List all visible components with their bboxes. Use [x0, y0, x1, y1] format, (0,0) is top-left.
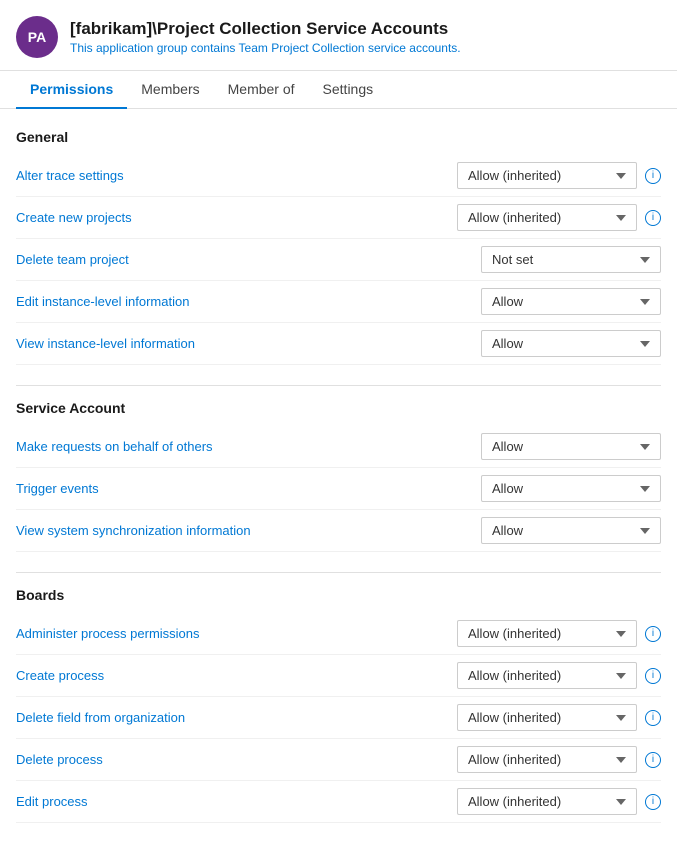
permission-row: Edit instance-level informationAllowDeny… — [16, 281, 661, 323]
info-icon[interactable]: i — [645, 752, 661, 768]
info-icon[interactable]: i — [645, 794, 661, 810]
section-divider — [16, 572, 661, 573]
permission-right: AllowDenyNot setAllow (inherited) — [481, 246, 661, 273]
permission-right: AllowDenyNot setAllow (inherited) — [481, 433, 661, 460]
permission-label[interactable]: View instance-level information — [16, 336, 481, 351]
tab-permissions[interactable]: Permissions — [16, 71, 127, 109]
permission-right: Allow (inherited)AllowDenyNot set i — [457, 746, 661, 773]
permission-row: Delete field from organizationAllow (inh… — [16, 697, 661, 739]
section-boards: BoardsAdminister process permissionsAllo… — [16, 587, 661, 823]
section-title: General — [16, 129, 661, 145]
permission-dropdown[interactable]: AllowDenyNot setAllow (inherited) — [481, 433, 661, 460]
info-icon[interactable]: i — [645, 210, 661, 226]
permission-dropdown[interactable]: AllowDenyNot setAllow (inherited) — [481, 517, 661, 544]
permission-right: AllowDenyNot setAllow (inherited) — [481, 517, 661, 544]
nav-tabs: PermissionsMembersMember ofSettings — [0, 71, 677, 109]
permission-label[interactable]: Alter trace settings — [16, 168, 457, 183]
permission-label[interactable]: Edit process — [16, 794, 457, 809]
permission-dropdown[interactable]: Allow (inherited)AllowDenyNot set — [457, 662, 637, 689]
header-subtitle: This application group contains Team Pro… — [70, 41, 461, 55]
section-general: GeneralAlter trace settingsAllow (inheri… — [16, 129, 661, 365]
permission-label[interactable]: Delete team project — [16, 252, 481, 267]
permission-row: Trigger eventsAllowDenyNot setAllow (inh… — [16, 468, 661, 510]
permission-dropdown[interactable]: AllowDenyNot setAllow (inherited) — [481, 288, 661, 315]
permission-dropdown[interactable]: AllowDenyNot setAllow (inherited) — [481, 475, 661, 502]
permission-label[interactable]: Create process — [16, 668, 457, 683]
permission-label[interactable]: Delete field from organization — [16, 710, 457, 725]
permission-dropdown[interactable]: Allow (inherited)AllowDenyNot set — [457, 746, 637, 773]
permission-label[interactable]: View system synchronization information — [16, 523, 481, 538]
permission-right: AllowDenyNot setAllow (inherited) — [481, 330, 661, 357]
info-icon[interactable]: i — [645, 626, 661, 642]
permission-dropdown[interactable]: Allow (inherited)AllowDenyNot set — [457, 788, 637, 815]
tab-member-of[interactable]: Member of — [214, 71, 309, 109]
permission-row: Create new projectsAllow (inherited)Allo… — [16, 197, 661, 239]
content: GeneralAlter trace settingsAllow (inheri… — [0, 109, 677, 863]
permission-row: Administer process permissionsAllow (inh… — [16, 613, 661, 655]
permission-row: Create processAllow (inherited)AllowDeny… — [16, 655, 661, 697]
section-title: Boards — [16, 587, 661, 603]
tab-members[interactable]: Members — [127, 71, 213, 109]
permission-row: Make requests on behalf of othersAllowDe… — [16, 426, 661, 468]
permission-row: Edit processAllow (inherited)AllowDenyNo… — [16, 781, 661, 823]
permission-label[interactable]: Delete process — [16, 752, 457, 767]
permission-row: Delete team projectAllowDenyNot setAllow… — [16, 239, 661, 281]
permission-row: View instance-level informationAllowDeny… — [16, 323, 661, 365]
permission-label[interactable]: Administer process permissions — [16, 626, 457, 641]
permission-right: Allow (inherited)AllowDenyNot set i — [457, 704, 661, 731]
permission-right: Allow (inherited)AllowDenyNot set i — [457, 162, 661, 189]
permission-right: Allow (inherited)AllowDenyNot set i — [457, 662, 661, 689]
tab-settings[interactable]: Settings — [309, 71, 388, 109]
section-divider — [16, 385, 661, 386]
info-icon[interactable]: i — [645, 710, 661, 726]
header: PA [fabrikam]\Project Collection Service… — [0, 0, 677, 71]
permission-row: Delete processAllow (inherited)AllowDeny… — [16, 739, 661, 781]
permission-right: Allow (inherited)AllowDenyNot set i — [457, 788, 661, 815]
info-icon[interactable]: i — [645, 168, 661, 184]
permission-right: Allow (inherited)AllowDenyNot set i — [457, 204, 661, 231]
permission-label[interactable]: Trigger events — [16, 481, 481, 496]
avatar: PA — [16, 16, 58, 58]
permission-dropdown[interactable]: Allow (inherited)AllowDenyNot set — [457, 162, 637, 189]
permission-label[interactable]: Make requests on behalf of others — [16, 439, 481, 454]
permission-dropdown[interactable]: Allow (inherited)AllowDenyNot set — [457, 620, 637, 647]
permission-dropdown[interactable]: Allow (inherited)AllowDenyNot set — [457, 204, 637, 231]
permission-right: AllowDenyNot setAllow (inherited) — [481, 288, 661, 315]
permission-row: View system synchronization informationA… — [16, 510, 661, 552]
permission-label[interactable]: Edit instance-level information — [16, 294, 481, 309]
page-title: [fabrikam]\Project Collection Service Ac… — [70, 19, 461, 39]
permission-dropdown[interactable]: AllowDenyNot setAllow (inherited) — [481, 330, 661, 357]
section-title: Service Account — [16, 400, 661, 416]
info-icon[interactable]: i — [645, 668, 661, 684]
permission-right: Allow (inherited)AllowDenyNot set i — [457, 620, 661, 647]
permission-dropdown[interactable]: Allow (inherited)AllowDenyNot set — [457, 704, 637, 731]
section-service-account: Service Account Make requests on behalf o… — [16, 400, 661, 552]
permission-dropdown[interactable]: AllowDenyNot setAllow (inherited) — [481, 246, 661, 273]
permission-right: AllowDenyNot setAllow (inherited) — [481, 475, 661, 502]
permission-label[interactable]: Create new projects — [16, 210, 457, 225]
permission-row: Alter trace settingsAllow (inherited)All… — [16, 155, 661, 197]
